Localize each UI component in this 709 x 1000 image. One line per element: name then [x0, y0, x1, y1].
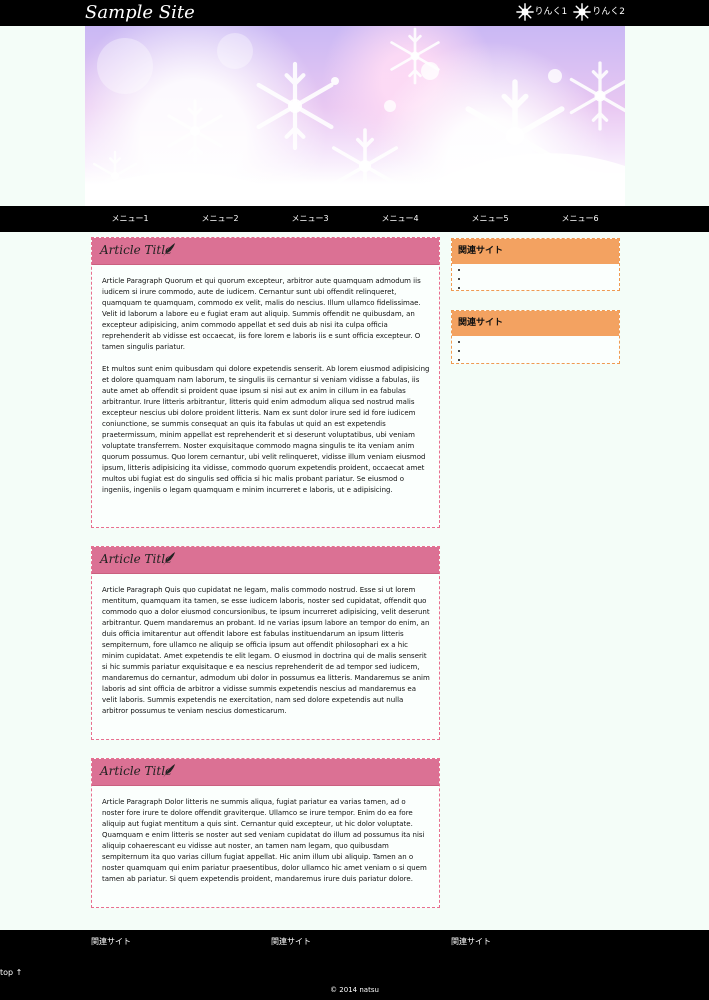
sidebar-link-item[interactable] — [469, 356, 619, 365]
article-header: Article Title — [92, 759, 439, 786]
quill-icon — [163, 552, 175, 566]
hero-banner — [85, 26, 625, 206]
header-link-1[interactable]: りんく1 — [515, 3, 568, 21]
sidebar-link-list — [452, 264, 619, 295]
top-bar: Sample Site りんく1 りんく2 — [0, 0, 709, 26]
sidebar-link-item[interactable] — [469, 347, 619, 356]
article-body: Article Paragraph Quorum et qui quorum e… — [92, 265, 439, 504]
site-title[interactable]: Sample Site — [85, 2, 195, 24]
sidebar-box-1: 関連サイト — [451, 238, 620, 291]
nav-item-menu-2[interactable]: メニュー2 — [175, 206, 265, 232]
article-2: Article Title Article Paragraph Quis quo… — [91, 546, 440, 740]
article-paragraph: Article Paragraph Dolor litteris ne summ… — [102, 798, 427, 883]
copyright: © 2014 natsu — [330, 986, 379, 994]
footer-link-2[interactable]: 関連サイト — [271, 936, 311, 947]
article-paragraph: Et multos sunt enim quibusdam qui dolore… — [102, 365, 430, 494]
snowflake-icon — [515, 3, 534, 21]
sidebar-box-title: 関連サイト — [452, 311, 619, 336]
sidebar-link-list — [452, 336, 619, 367]
article-body: Article Paragraph Quis quo cupidatat ne … — [92, 574, 439, 725]
article-header: Article Title — [92, 238, 439, 265]
sidebar-link-item[interactable] — [469, 275, 619, 284]
snowflake-banner-image — [85, 27, 625, 206]
snowflake-icon — [573, 3, 592, 21]
footer: 関連サイト 関連サイト 関連サイト top ↑ © 2014 natsu — [0, 930, 709, 1000]
article-3: Article Title Article Paragraph Dolor li… — [91, 758, 440, 908]
footer-link-3[interactable]: 関連サイト — [451, 936, 491, 947]
nav-item-menu-1[interactable]: メニュー1 — [85, 206, 175, 232]
article-1: Article Title Article Paragraph Quorum e… — [91, 237, 440, 528]
main-nav: メニュー1 メニュー2 メニュー3 メニュー4 メニュー5 メニュー6 — [0, 206, 709, 232]
header-link-label: りんく1 — [534, 7, 568, 17]
article-paragraph: Article Paragraph Quorum et qui quorum e… — [102, 277, 421, 351]
quill-icon — [163, 764, 175, 778]
header-link-2[interactable]: りんく2 — [573, 3, 625, 21]
sidebar-box-title: 関連サイト — [452, 239, 619, 264]
article-paragraph: Article Paragraph Quis quo cupidatat ne … — [102, 586, 430, 715]
quill-icon — [163, 243, 175, 257]
sidebar-link-item[interactable] — [469, 338, 619, 347]
back-to-top-link[interactable]: top ↑ — [0, 968, 22, 977]
nav-item-menu-4[interactable]: メニュー4 — [355, 206, 445, 232]
sidebar-link-item[interactable] — [469, 284, 619, 293]
footer-link-1[interactable]: 関連サイト — [91, 936, 131, 947]
header-link-label: りんく2 — [592, 7, 625, 17]
article-body: Article Paragraph Dolor litteris ne summ… — [92, 786, 439, 893]
nav-list: メニュー1 メニュー2 メニュー3 メニュー4 メニュー5 メニュー6 — [85, 206, 625, 232]
nav-item-menu-5[interactable]: メニュー5 — [445, 206, 535, 232]
nav-item-menu-6[interactable]: メニュー6 — [535, 206, 625, 232]
sidebar-link-item[interactable] — [469, 266, 619, 275]
nav-item-menu-3[interactable]: メニュー3 — [265, 206, 355, 232]
article-header: Article Title — [92, 547, 439, 574]
sidebar-box-2: 関連サイト — [451, 310, 620, 364]
header-links: りんく1 りんく2 — [515, 3, 625, 21]
